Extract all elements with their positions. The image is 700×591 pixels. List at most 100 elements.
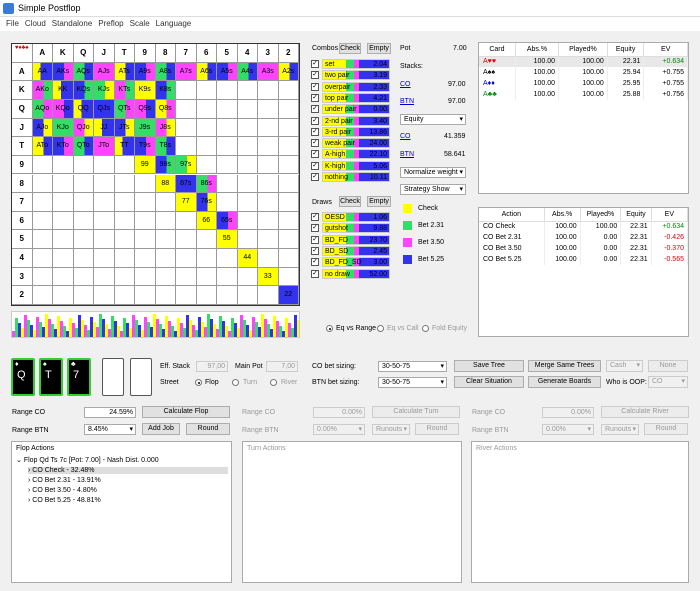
table-header[interactable]: Abs.% — [515, 43, 560, 57]
hand-cell[interactable] — [258, 118, 279, 138]
none-button[interactable]: None — [648, 360, 688, 372]
combos-checkbox[interactable]: ✓ — [311, 82, 319, 91]
hand-cell[interactable]: TT — [114, 137, 135, 156]
hand-cell[interactable] — [237, 137, 258, 156]
hand-cell[interactable]: JTs — [114, 118, 135, 138]
eff-stack-input[interactable]: 97,00 — [196, 361, 228, 372]
hand-cell[interactable] — [32, 286, 53, 305]
hand-cell[interactable] — [217, 118, 238, 138]
hand-cell[interactable] — [176, 267, 197, 287]
flop-tree-item[interactable]: › CO Bet 5.25 - 48.81% — [28, 497, 228, 504]
hand-cell[interactable]: AQo — [32, 99, 53, 119]
hand-cell[interactable] — [237, 193, 258, 212]
street-flop-radio[interactable] — [195, 379, 202, 386]
hand-cell[interactable]: 97s — [176, 155, 197, 175]
table-header[interactable]: Played% — [580, 208, 622, 222]
hand-cell[interactable] — [217, 99, 238, 119]
flop-tree-item[interactable]: › CO Check - 32.48% — [28, 467, 228, 474]
save-tree-button[interactable]: Save Tree — [454, 360, 524, 372]
hand-cell[interactable] — [217, 286, 238, 305]
street-turn-radio[interactable] — [232, 379, 239, 386]
combos-row[interactable]: ✓ A-high 22.10 — [311, 149, 391, 160]
hand-cell[interactable] — [114, 174, 135, 194]
hand-cell[interactable]: 44 — [237, 249, 258, 268]
hand-cell[interactable] — [53, 286, 74, 305]
hand-cell[interactable] — [196, 81, 217, 100]
turn-round-button[interactable]: Round — [415, 423, 459, 435]
draws-row[interactable]: ✓ gutshot 9.88 — [311, 223, 391, 234]
hand-cell[interactable] — [237, 230, 258, 250]
hand-cell[interactable] — [237, 118, 258, 138]
hand-cell[interactable] — [217, 174, 238, 194]
hand-cell[interactable] — [155, 230, 176, 250]
hand-cell[interactable]: QQ — [73, 99, 94, 119]
draws-checkbox[interactable]: ✓ — [311, 235, 319, 244]
board-card[interactable]: ♦ Q — [11, 358, 35, 396]
hand-cell[interactable]: KK — [53, 81, 74, 100]
hand-cell[interactable] — [155, 267, 176, 287]
combos-checkbox[interactable]: ✓ — [311, 139, 319, 148]
flop-range-co-input[interactable]: 24.59% — [84, 407, 136, 418]
hand-cell[interactable] — [278, 118, 299, 138]
hand-cell[interactable]: AJs — [94, 62, 115, 82]
calculate-flop-button[interactable]: Calculate Flop — [142, 406, 230, 418]
table-row[interactable]: CO Bet 2.31 100.00 0.00 22.31 -0.426 — [479, 232, 688, 243]
combos-checkbox[interactable]: ✓ — [311, 161, 319, 170]
menu-item[interactable]: File — [6, 19, 19, 28]
turn-runouts-select[interactable]: Runouts — [372, 424, 410, 435]
table-header[interactable]: EV — [643, 43, 688, 57]
draws-empty-button[interactable]: Empty — [367, 196, 391, 207]
hand-cell[interactable]: KTs — [114, 81, 135, 100]
hand-cell[interactable] — [73, 155, 94, 175]
turn-range-btn-select[interactable]: 0.00% — [313, 424, 365, 435]
hand-cell[interactable]: T8s — [155, 137, 176, 156]
hand-cell[interactable] — [53, 267, 74, 287]
menu-item[interactable]: Language — [156, 19, 192, 28]
hand-cell[interactable] — [94, 230, 115, 250]
calculate-turn-button[interactable]: Calculate Turn — [372, 406, 460, 418]
hand-cell[interactable] — [176, 118, 197, 138]
hand-cell[interactable] — [114, 155, 135, 175]
hand-cell[interactable]: Q8s — [155, 99, 176, 119]
combos-row[interactable]: ✓ set 2.04 — [311, 59, 391, 69]
table-row[interactable]: A♠♠ 100.00 100.00 25.94 +0.755 — [479, 67, 688, 78]
hand-cell[interactable]: 99 — [135, 155, 156, 175]
combos-checkbox[interactable]: ✓ — [311, 173, 319, 181]
hand-cell[interactable] — [196, 230, 217, 250]
hand-cell[interactable] — [278, 81, 299, 100]
hand-cell[interactable]: 87s — [176, 174, 197, 194]
hand-cell[interactable] — [258, 81, 279, 100]
hand-cell[interactable] — [73, 193, 94, 212]
oop-select[interactable]: CO — [648, 376, 688, 388]
hand-cell[interactable] — [278, 137, 299, 156]
combos-row[interactable]: ✓ nothing 10.11 — [311, 172, 391, 182]
combos-row[interactable]: ✓ 3-rd pair 13.86 — [311, 126, 391, 137]
hand-cell[interactable] — [258, 193, 279, 212]
hand-cell[interactable] — [217, 267, 238, 287]
hand-cell[interactable] — [114, 286, 135, 305]
hand-cell[interactable] — [196, 137, 217, 156]
table-row[interactable]: A♥♥ 100.00 100.00 22.31 +0.634 — [479, 56, 688, 67]
hand-cell[interactable]: 65s — [217, 211, 238, 231]
hand-cell[interactable] — [135, 193, 156, 212]
hand-cell[interactable]: ATo — [32, 137, 53, 156]
hand-cell[interactable] — [155, 249, 176, 268]
table-row[interactable]: A♣♣ 100.00 100.00 25.88 +0.756 — [479, 89, 688, 100]
main-pot-input[interactable]: 7,00 — [266, 361, 298, 372]
hand-cell[interactable] — [278, 211, 299, 231]
draws-row[interactable]: ✓ BD_SD 2.45 — [311, 245, 391, 256]
flop-tree-item[interactable]: › CO Bet 2.31 - 13.91% — [28, 477, 228, 484]
hand-cell[interactable] — [94, 174, 115, 194]
hand-cell[interactable] — [258, 174, 279, 194]
hand-cell[interactable] — [73, 211, 94, 231]
merge-trees-button[interactable]: Merge Same Trees — [528, 360, 601, 372]
combos-checkbox[interactable]: ✓ — [311, 150, 319, 159]
menu-item[interactable]: Standalone — [52, 19, 92, 28]
draws-checkbox[interactable]: ✓ — [311, 269, 319, 278]
hand-cell[interactable] — [135, 286, 156, 305]
combos-checkbox[interactable]: ✓ — [311, 71, 319, 80]
calculate-river-button[interactable]: Calculate River — [601, 406, 689, 418]
table-header[interactable]: Card — [479, 43, 516, 57]
combos-checkbox[interactable]: ✓ — [311, 127, 319, 136]
co-bet-sizing-select[interactable]: 30-50-75 — [378, 361, 447, 372]
